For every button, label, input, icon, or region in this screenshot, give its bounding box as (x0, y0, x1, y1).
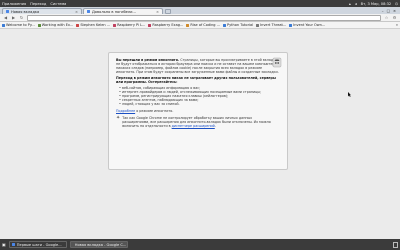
bookmark-label: Raspberry Pi L... (117, 23, 146, 27)
page-icon (256, 23, 260, 27)
maximize-icon[interactable]: □ (387, 9, 390, 13)
bookmark-label: Raspberry Exag... (152, 23, 184, 27)
learn-more: Подробнее о режиме инкогнито. (116, 109, 280, 113)
bookmark-item[interactable]: Raspberry Exag... (148, 23, 183, 27)
warning-list: веб-сайтов, собирающих информацию о вас;… (119, 86, 280, 106)
show-desktop-icon[interactable]: ▣ (2, 242, 6, 247)
tab-label: Новая вкладка (11, 9, 40, 14)
list-item: людей, стоящих у вас за спиной. (119, 102, 280, 106)
tab-label: Довольно в погибели... (92, 9, 136, 14)
star-icon[interactable]: ☆ (384, 15, 389, 20)
bookmark-label: Rise of Coding ... (190, 23, 220, 27)
tab-strip: Новая вкладка × Довольно в погибели... ×… (0, 7, 400, 14)
network-icon[interactable]: ▴ (349, 2, 351, 6)
power-icon[interactable]: ⏻ (395, 2, 398, 6)
learn-more-suffix: о режиме инкогнито. (135, 109, 174, 113)
bookmark-item[interactable]: Working with Ex... (37, 23, 74, 27)
close-window-icon[interactable]: × (393, 9, 396, 13)
taskbar-item[interactable]: Первые шаги - Google... (8, 241, 67, 248)
address-bar[interactable] (27, 14, 381, 21)
taskbar-label: Новая вкладка - Google C... (74, 242, 127, 247)
bookmark-label: Welcome to Py... (6, 23, 35, 27)
bookmark-item[interactable]: Stephen Kelen ... (76, 23, 110, 27)
trash-icon[interactable] (393, 241, 398, 248)
page-icon (113, 23, 117, 27)
chrome-icon (87, 10, 90, 13)
bookmark-label: Stephen Kelen ... (80, 23, 111, 27)
page-icon (2, 23, 5, 27)
bookmark-item[interactable]: Python Tutorial (222, 23, 254, 27)
forward-icon[interactable]: ▶ (11, 15, 16, 20)
taskbar-item[interactable]: Новая вкладка - Google C... (69, 241, 128, 248)
page-icon (148, 23, 152, 27)
menu-places[interactable]: Переход (30, 2, 46, 6)
chrome-icon (11, 243, 15, 246)
browser-toolbar: ◀ ▶ ↻ ☆ ⚙ (0, 14, 400, 22)
menu-applications[interactable]: Приложения (2, 2, 26, 6)
bookmark-item[interactable]: Rise of Coding ... (186, 23, 220, 27)
page-icon (76, 23, 80, 27)
bookmark-label: Python Tutorial (226, 23, 254, 27)
system-taskbar: ▣ Первые шаги - Google... Новая вкладка … (0, 239, 400, 250)
incognito-info-card: Вы перешли в режим инкогнито. Страницы, … (108, 52, 288, 170)
wrench-icon[interactable]: ⚙ (392, 15, 397, 20)
bookmark-label: Working with Ex... (41, 23, 74, 27)
bookmark-item[interactable]: Welcome to Py... (2, 23, 35, 27)
menu-system[interactable]: Система (50, 2, 66, 6)
learn-more-link[interactable]: Подробнее (116, 109, 135, 113)
reload-icon[interactable]: ↻ (19, 15, 24, 20)
bookmark-label: Invert Threat... (260, 23, 287, 27)
page-icon (37, 23, 41, 27)
page-icon (222, 23, 226, 27)
bookmark-item[interactable]: Invent Your Own... (289, 23, 325, 27)
back-icon[interactable]: ◀ (3, 15, 8, 20)
incognito-icon (272, 57, 282, 68)
taskbar-label: Первые шаги - Google... (16, 242, 62, 247)
bookmark-item[interactable]: Invert Threat... (256, 23, 286, 27)
incognito-intro: Вы перешли в режим инкогнито. Страницы, … (116, 58, 279, 74)
chrome-icon (6, 10, 9, 13)
system-top-panel: Приложения Переход Система ▴ ◂ Вт, 3 Мар… (0, 0, 400, 7)
bookmark-item[interactable]: Raspberry Pi L... (113, 23, 145, 27)
bookmarks-bar: Welcome to Py... Working with Ex... Step… (0, 22, 400, 29)
bookmark-label: Invent Your Own... (293, 23, 326, 27)
mouse-cursor-icon (348, 92, 351, 97)
close-icon[interactable]: × (75, 10, 78, 14)
incognito-warning: Переход в режим инкогнито никак не затра… (116, 76, 276, 84)
bookmarks-overflow-icon[interactable]: » (396, 23, 398, 27)
page-content: Вы перешли в режим инкогнито. Страницы, … (0, 29, 400, 239)
puzzle-icon: ✦ (116, 115, 121, 121)
clock[interactable]: Вт, 3 Мар, 08:32 (361, 2, 392, 6)
page-icon (289, 23, 293, 27)
minimize-icon[interactable]: – (382, 9, 384, 13)
volume-icon[interactable]: ◂ (355, 2, 357, 6)
extensions-manager-link[interactable]: диспетчере расширений (172, 124, 215, 128)
extensions-note-end: . (214, 124, 216, 128)
extensions-note: ✦ Так как Google Chrome не контролирует … (116, 115, 280, 129)
page-icon (186, 23, 190, 27)
close-icon[interactable]: × (156, 10, 159, 14)
